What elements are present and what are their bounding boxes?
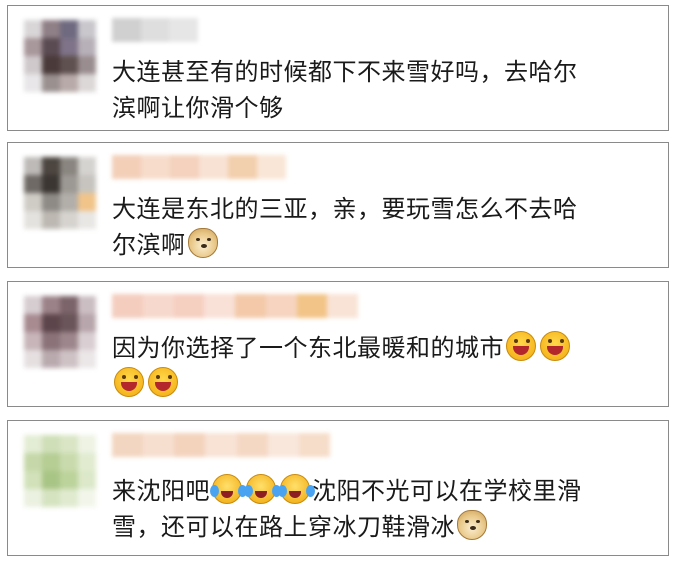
- username-blurred[interactable]: [112, 155, 286, 179]
- comment-card: 大连甚至有的时候都下不来雪好吗，去哈尔 滨啊让你滑个够: [7, 5, 669, 131]
- crying-laughing-icon: [210, 474, 242, 504]
- doge-icon: [457, 510, 487, 540]
- comment-line: 滨啊让你滑个够: [112, 94, 284, 122]
- username-blurred[interactable]: [112, 18, 199, 42]
- username-blurred[interactable]: [112, 294, 358, 318]
- comment-line-text: 来沈阳吧: [112, 477, 210, 505]
- comment-text: 来沈阳吧 沈阳不光可以在学校里滑 雪，还可以在路上穿冰刀鞋滑冰: [112, 473, 654, 545]
- comment-card: 来沈阳吧 沈阳不光可以在学校里滑 雪，还可以在路上穿冰刀鞋滑冰: [7, 420, 669, 556]
- comment-card: 大连是东北的三亚，亲，要玩雪怎么不去哈 尔滨啊: [7, 142, 669, 268]
- comment-text: 大连是东北的三亚，亲，要玩雪怎么不去哈 尔滨啊: [112, 191, 654, 263]
- comment-line: [112, 366, 654, 402]
- comment-line: 因为你选择了一个东北最暖和的城市: [112, 330, 654, 366]
- avatar[interactable]: [24, 435, 96, 507]
- avatar[interactable]: [24, 157, 96, 229]
- comment-line: 雪，还可以在路上穿冰刀鞋滑冰: [112, 509, 654, 545]
- comment-line: 大连甚至有的时候都下不来雪好吗，去哈尔: [112, 58, 578, 86]
- comment-text: 因为你选择了一个东北最暖和的城市: [112, 330, 654, 402]
- comment-line: 尔滨啊: [112, 227, 654, 263]
- laughing-icon: [114, 367, 144, 397]
- crying-laughing-icon: [278, 474, 310, 504]
- comment-line: 来沈阳吧 沈阳不光可以在学校里滑: [112, 473, 654, 509]
- comment-line-text: 尔滨啊: [112, 231, 186, 259]
- comment-line-text: 沈阳不光可以在学校里滑: [312, 477, 582, 505]
- comment-line-text: 雪，还可以在路上穿冰刀鞋滑冰: [112, 513, 455, 541]
- username-blurred[interactable]: [112, 433, 330, 457]
- laughing-icon: [148, 367, 178, 397]
- comment-line-text: 因为你选择了一个东北最暖和的城市: [112, 334, 504, 362]
- comment-text: 大连甚至有的时候都下不来雪好吗，去哈尔 滨啊让你滑个够: [112, 54, 654, 126]
- doge-icon: [187, 228, 218, 258]
- crying-laughing-icon: [244, 474, 276, 504]
- avatar[interactable]: [24, 20, 96, 92]
- comment-card: 因为你选择了一个东北最暖和的城市: [7, 281, 669, 407]
- comment-line: 大连是东北的三亚，亲，要玩雪怎么不去哈: [112, 195, 578, 223]
- avatar[interactable]: [24, 296, 96, 368]
- laughing-icon: [540, 331, 570, 361]
- laughing-icon: [506, 331, 536, 361]
